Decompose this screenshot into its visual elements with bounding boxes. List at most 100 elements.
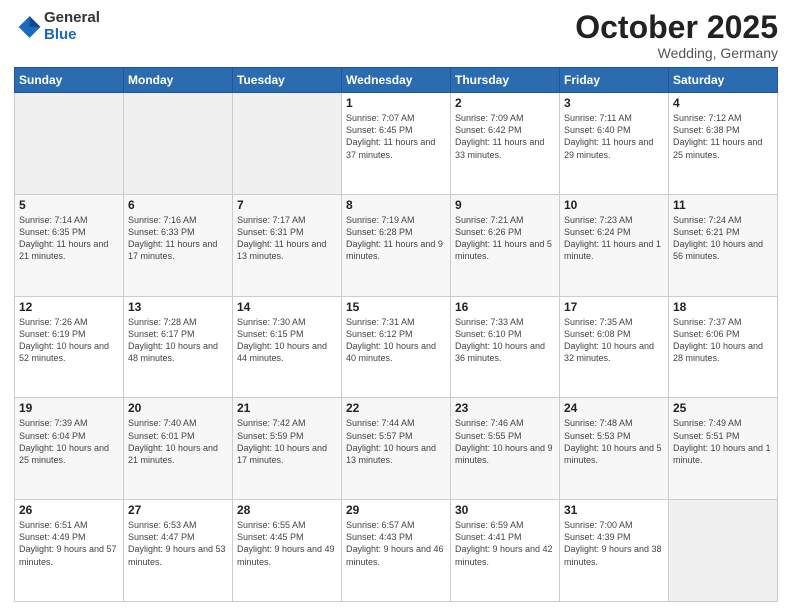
- day-number: 25: [673, 401, 773, 415]
- calendar-header-row: Sunday Monday Tuesday Wednesday Thursday…: [15, 68, 778, 93]
- calendar-table: Sunday Monday Tuesday Wednesday Thursday…: [14, 67, 778, 602]
- day-number: 16: [455, 300, 555, 314]
- cell-info: Sunrise: 6:57 AM Sunset: 4:43 PM Dayligh…: [346, 519, 446, 568]
- table-row: 3Sunrise: 7:11 AM Sunset: 6:40 PM Daylig…: [560, 93, 669, 195]
- table-row: 11 Sunrise: 7:24 AM Sunset: 6:21 PM Dayli…: [669, 194, 778, 296]
- day-number: 6: [128, 198, 228, 212]
- table-row: 7Sunrise: 7:17 AM Sunset: 6:31 PM Daylig…: [233, 194, 342, 296]
- cell-info: Sunrise: 7:48 AM Sunset: 5:53 PM Dayligh…: [564, 417, 664, 466]
- calendar-week-1: 1Sunrise: 7:07 AM Sunset: 6:45 PM Daylig…: [15, 93, 778, 195]
- cell-info: Sunrise: 7:44 AM Sunset: 5:57 PM Dayligh…: [346, 417, 446, 466]
- day-number: 21: [237, 401, 337, 415]
- cell-info: Sunrise: 7:09 AM Sunset: 6:42 PM Dayligh…: [455, 112, 555, 161]
- month-title: October 2025: [575, 10, 778, 45]
- logo-text: General Blue: [44, 10, 100, 43]
- header: General Blue October 2025 Wedding, Germa…: [14, 10, 778, 61]
- table-row: 8 Sunrise: 7:19 AM Sunset: 6:28 PM Daylig…: [342, 194, 451, 296]
- day-number: 30: [455, 503, 555, 517]
- cell-info: Sunrise: 7:28 AM Sunset: 6:17 PM Dayligh…: [128, 316, 228, 365]
- header-sunday: Sunday: [15, 68, 124, 93]
- cell-info: Sunrise: 7:19 AM Sunset: 6:28 PM Dayligh…: [346, 214, 446, 263]
- day-number: 8: [346, 198, 446, 212]
- header-monday: Monday: [124, 68, 233, 93]
- table-row: 13Sunrise: 7:28 AM Sunset: 6:17 PM Dayli…: [124, 296, 233, 398]
- table-row: 28 Sunrise: 6:55 AM Sunset: 4:45 PM Dayli…: [233, 500, 342, 602]
- logo-general-text: General: [44, 10, 100, 27]
- logo: General Blue: [14, 10, 100, 43]
- day-number: 20: [128, 401, 228, 415]
- cell-info: Sunrise: 7:31 AM Sunset: 6:12 PM Dayligh…: [346, 316, 446, 365]
- table-row: 29 Sunrise: 6:57 AM Sunset: 4:43 PM Dayli…: [342, 500, 451, 602]
- day-number: 12: [19, 300, 119, 314]
- day-number: 27: [128, 503, 228, 517]
- cell-info: Sunrise: 7:40 AM Sunset: 6:01 PM Dayligh…: [128, 417, 228, 466]
- generalblue-icon: [14, 13, 42, 41]
- cell-info: Sunrise: 7:21 AM Sunset: 6:26 PM Dayligh…: [455, 214, 555, 263]
- table-row: 14 Sunrise: 7:30 AM Sunset: 6:15 PM Dayli…: [233, 296, 342, 398]
- day-number: 4: [673, 96, 773, 110]
- header-thursday: Thursday: [451, 68, 560, 93]
- table-row: 1Sunrise: 7:07 AM Sunset: 6:45 PM Daylig…: [342, 93, 451, 195]
- table-row: 24 Sunrise: 7:48 AM Sunset: 5:53 PM Dayli…: [560, 398, 669, 500]
- table-row: 31 Sunrise: 7:00 AM Sunset: 4:39 PM Dayli…: [560, 500, 669, 602]
- day-number: 28: [237, 503, 337, 517]
- calendar-week-3: 12 Sunrise: 7:26 AM Sunset: 6:19 PM Dayli…: [15, 296, 778, 398]
- table-row: [124, 93, 233, 195]
- table-row: 4Sunrise: 7:12 AM Sunset: 6:38 PM Daylig…: [669, 93, 778, 195]
- cell-info: Sunrise: 7:37 AM Sunset: 6:06 PM Dayligh…: [673, 316, 773, 365]
- cell-info: Sunrise: 6:55 AM Sunset: 4:45 PM Dayligh…: [237, 519, 337, 568]
- table-row: 9 Sunrise: 7:21 AM Sunset: 6:26 PM Daylig…: [451, 194, 560, 296]
- table-row: 25 Sunrise: 7:49 AM Sunset: 5:51 PM Dayli…: [669, 398, 778, 500]
- day-number: 29: [346, 503, 446, 517]
- day-number: 2: [455, 96, 555, 110]
- day-number: 7: [237, 198, 337, 212]
- table-row: 16 Sunrise: 7:33 AM Sunset: 6:10 PM Dayli…: [451, 296, 560, 398]
- table-row: 27 Sunrise: 6:53 AM Sunset: 4:47 PM Dayli…: [124, 500, 233, 602]
- day-number: 9: [455, 198, 555, 212]
- day-number: 14: [237, 300, 337, 314]
- day-number: 15: [346, 300, 446, 314]
- header-saturday: Saturday: [669, 68, 778, 93]
- page: General Blue October 2025 Wedding, Germa…: [0, 0, 792, 612]
- day-number: 31: [564, 503, 664, 517]
- table-row: 20 Sunrise: 7:40 AM Sunset: 6:01 PM Dayli…: [124, 398, 233, 500]
- table-row: 12 Sunrise: 7:26 AM Sunset: 6:19 PM Dayli…: [15, 296, 124, 398]
- table-row: [233, 93, 342, 195]
- header-wednesday: Wednesday: [342, 68, 451, 93]
- cell-info: Sunrise: 7:16 AM Sunset: 6:33 PM Dayligh…: [128, 214, 228, 263]
- table-row: 30 Sunrise: 6:59 AM Sunset: 4:41 PM Dayli…: [451, 500, 560, 602]
- logo-blue-text: Blue: [44, 27, 100, 44]
- cell-info: Sunrise: 6:51 AM Sunset: 4:49 PM Dayligh…: [19, 519, 119, 568]
- table-row: 22Sunrise: 7:44 AM Sunset: 5:57 PM Dayli…: [342, 398, 451, 500]
- table-row: 10Sunrise: 7:23 AM Sunset: 6:24 PM Dayli…: [560, 194, 669, 296]
- cell-info: Sunrise: 7:11 AM Sunset: 6:40 PM Dayligh…: [564, 112, 664, 161]
- cell-info: Sunrise: 6:59 AM Sunset: 4:41 PM Dayligh…: [455, 519, 555, 568]
- table-row: 6 Sunrise: 7:16 AM Sunset: 6:33 PM Daylig…: [124, 194, 233, 296]
- day-number: 1: [346, 96, 446, 110]
- cell-info: Sunrise: 7:14 AM Sunset: 6:35 PM Dayligh…: [19, 214, 119, 263]
- table-row: [15, 93, 124, 195]
- cell-info: Sunrise: 7:33 AM Sunset: 6:10 PM Dayligh…: [455, 316, 555, 365]
- cell-info: Sunrise: 7:39 AM Sunset: 6:04 PM Dayligh…: [19, 417, 119, 466]
- day-number: 11: [673, 198, 773, 212]
- cell-info: Sunrise: 7:24 AM Sunset: 6:21 PM Dayligh…: [673, 214, 773, 263]
- header-tuesday: Tuesday: [233, 68, 342, 93]
- cell-info: Sunrise: 7:46 AM Sunset: 5:55 PM Dayligh…: [455, 417, 555, 466]
- cell-info: Sunrise: 7:23 AM Sunset: 6:24 PM Dayligh…: [564, 214, 664, 263]
- cell-info: Sunrise: 7:35 AM Sunset: 6:08 PM Dayligh…: [564, 316, 664, 365]
- header-friday: Friday: [560, 68, 669, 93]
- cell-info: Sunrise: 7:30 AM Sunset: 6:15 PM Dayligh…: [237, 316, 337, 365]
- day-number: 23: [455, 401, 555, 415]
- cell-info: Sunrise: 7:49 AM Sunset: 5:51 PM Dayligh…: [673, 417, 773, 466]
- cell-info: Sunrise: 7:42 AM Sunset: 5:59 PM Dayligh…: [237, 417, 337, 466]
- table-row: 21 Sunrise: 7:42 AM Sunset: 5:59 PM Dayli…: [233, 398, 342, 500]
- day-number: 26: [19, 503, 119, 517]
- calendar-week-4: 19Sunrise: 7:39 AM Sunset: 6:04 PM Dayli…: [15, 398, 778, 500]
- cell-info: Sunrise: 7:26 AM Sunset: 6:19 PM Dayligh…: [19, 316, 119, 365]
- cell-info: Sunrise: 6:53 AM Sunset: 4:47 PM Dayligh…: [128, 519, 228, 568]
- table-row: 23 Sunrise: 7:46 AM Sunset: 5:55 PM Dayli…: [451, 398, 560, 500]
- title-block: October 2025 Wedding, Germany: [575, 10, 778, 61]
- day-number: 24: [564, 401, 664, 415]
- cell-info: Sunrise: 7:00 AM Sunset: 4:39 PM Dayligh…: [564, 519, 664, 568]
- location-subtitle: Wedding, Germany: [575, 45, 778, 61]
